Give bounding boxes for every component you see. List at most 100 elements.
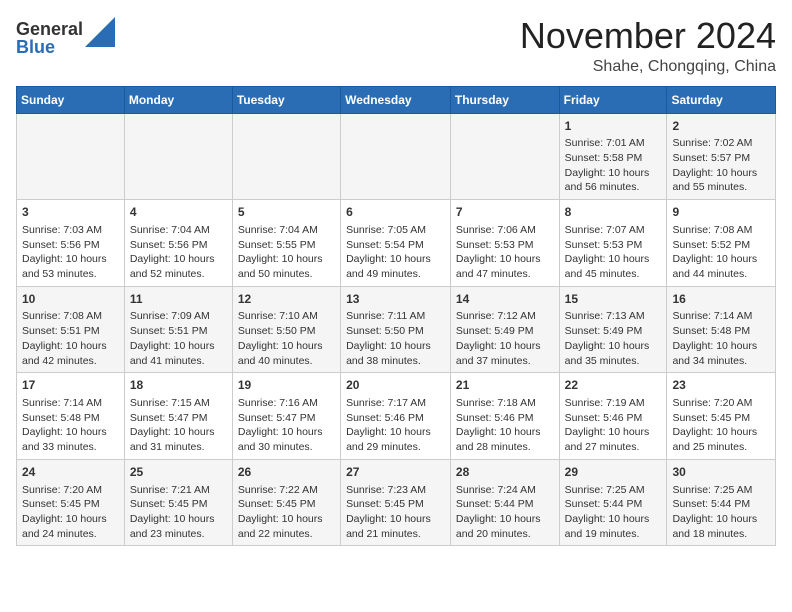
weekday-header-monday: Monday — [124, 86, 232, 113]
day-info: Sunset: 5:49 PM — [565, 324, 662, 339]
weekday-header-friday: Friday — [559, 86, 667, 113]
day-info: Sunrise: 7:14 AM — [672, 309, 770, 324]
day-info: Sunset: 5:51 PM — [130, 324, 227, 339]
day-number: 11 — [130, 291, 227, 308]
day-info: Sunset: 5:45 PM — [22, 497, 119, 512]
day-info: Sunset: 5:56 PM — [130, 238, 227, 253]
day-number: 6 — [346, 204, 445, 221]
day-info: Sunset: 5:51 PM — [22, 324, 119, 339]
day-number: 20 — [346, 377, 445, 394]
calendar-cell: 21Sunrise: 7:18 AMSunset: 5:46 PMDayligh… — [450, 373, 559, 460]
day-info: Sunrise: 7:17 AM — [346, 396, 445, 411]
day-info: Daylight: 10 hours and 45 minutes. — [565, 252, 662, 281]
day-number: 15 — [565, 291, 662, 308]
day-number: 27 — [346, 464, 445, 481]
day-info: Daylight: 10 hours and 20 minutes. — [456, 512, 554, 541]
day-info: Daylight: 10 hours and 34 minutes. — [672, 339, 770, 368]
day-info: Sunrise: 7:01 AM — [565, 136, 662, 151]
page: General Blue November 2024 Shahe, Chongq… — [0, 0, 792, 554]
logo: General Blue — [16, 20, 115, 56]
calendar-cell: 5Sunrise: 7:04 AMSunset: 5:55 PMDaylight… — [232, 200, 340, 287]
calendar-cell: 9 Sunrise: 7:08 AMSunset: 5:52 PMDaylight… — [667, 200, 776, 287]
day-info: Daylight: 10 hours and 47 minutes. — [456, 252, 554, 281]
day-info: Daylight: 10 hours and 23 minutes. — [130, 512, 227, 541]
day-info: Sunset: 5:52 PM — [672, 238, 770, 253]
logo-text: General Blue — [16, 20, 83, 56]
calendar-cell: 12Sunrise: 7:10 AMSunset: 5:50 PMDayligh… — [232, 286, 340, 373]
calendar-cell: 23Sunrise: 7:20 AMSunset: 5:45 PMDayligh… — [667, 373, 776, 460]
day-number: 16 — [672, 291, 770, 308]
day-number: 12 — [238, 291, 335, 308]
day-info: Daylight: 10 hours and 38 minutes. — [346, 339, 445, 368]
day-info: Sunset: 5:54 PM — [346, 238, 445, 253]
day-info: Daylight: 10 hours and 28 minutes. — [456, 425, 554, 454]
day-info: Sunrise: 7:15 AM — [130, 396, 227, 411]
day-info: Daylight: 10 hours and 41 minutes. — [130, 339, 227, 368]
day-info: Sunset: 5:45 PM — [672, 411, 770, 426]
day-info: Sunrise: 7:12 AM — [456, 309, 554, 324]
day-info: Daylight: 10 hours and 37 minutes. — [456, 339, 554, 368]
day-number: 23 — [672, 377, 770, 394]
day-info: Sunset: 5:50 PM — [238, 324, 335, 339]
day-info: Sunset: 5:50 PM — [346, 324, 445, 339]
calendar-cell: 25Sunrise: 7:21 AMSunset: 5:45 PMDayligh… — [124, 459, 232, 546]
calendar-cell: 30Sunrise: 7:25 AMSunset: 5:44 PMDayligh… — [667, 459, 776, 546]
subtitle: Shahe, Chongqing, China — [520, 58, 776, 76]
calendar-cell: 6Sunrise: 7:05 AMSunset: 5:54 PMDaylight… — [341, 200, 451, 287]
day-number: 26 — [238, 464, 335, 481]
day-info: Sunrise: 7:16 AM — [238, 396, 335, 411]
header: General Blue November 2024 Shahe, Chongq… — [16, 16, 776, 76]
day-info: Sunset: 5:46 PM — [346, 411, 445, 426]
day-number: 22 — [565, 377, 662, 394]
day-info: Sunrise: 7:25 AM — [565, 483, 662, 498]
weekday-header-thursday: Thursday — [450, 86, 559, 113]
calendar-cell: 16Sunrise: 7:14 AMSunset: 5:48 PMDayligh… — [667, 286, 776, 373]
calendar-cell: 11Sunrise: 7:09 AMSunset: 5:51 PMDayligh… — [124, 286, 232, 373]
month-title: November 2024 — [520, 16, 776, 56]
day-info: Sunrise: 7:08 AM — [22, 309, 119, 324]
day-info: Daylight: 10 hours and 22 minutes. — [238, 512, 335, 541]
day-number: 13 — [346, 291, 445, 308]
day-info: Daylight: 10 hours and 21 minutes. — [346, 512, 445, 541]
calendar-cell: 29Sunrise: 7:25 AMSunset: 5:44 PMDayligh… — [559, 459, 667, 546]
calendar-header: SundayMondayTuesdayWednesdayThursdayFrid… — [17, 86, 776, 113]
day-info: Sunset: 5:44 PM — [565, 497, 662, 512]
weekday-row: SundayMondayTuesdayWednesdayThursdayFrid… — [17, 86, 776, 113]
day-number: 18 — [130, 377, 227, 394]
calendar-cell: 17Sunrise: 7:14 AMSunset: 5:48 PMDayligh… — [17, 373, 125, 460]
day-info: Sunset: 5:44 PM — [672, 497, 770, 512]
weekday-header-sunday: Sunday — [17, 86, 125, 113]
day-info: Sunrise: 7:24 AM — [456, 483, 554, 498]
day-info: Daylight: 10 hours and 30 minutes. — [238, 425, 335, 454]
day-info: Daylight: 10 hours and 40 minutes. — [238, 339, 335, 368]
logo-blue: Blue — [16, 38, 83, 56]
day-info: Sunset: 5:53 PM — [565, 238, 662, 253]
day-number: 24 — [22, 464, 119, 481]
day-info: Daylight: 10 hours and 52 minutes. — [130, 252, 227, 281]
day-info: Daylight: 10 hours and 44 minutes. — [672, 252, 770, 281]
day-info: Daylight: 10 hours and 50 minutes. — [238, 252, 335, 281]
day-info: Sunrise: 7:23 AM — [346, 483, 445, 498]
calendar-cell: 19Sunrise: 7:16 AMSunset: 5:47 PMDayligh… — [232, 373, 340, 460]
day-number: 9 — [672, 204, 770, 221]
calendar-cell: 27 Sunrise: 7:23 AMSunset: 5:45 PMDayligh… — [341, 459, 451, 546]
calendar: SundayMondayTuesdayWednesdayThursdayFrid… — [16, 86, 776, 547]
calendar-cell: 28Sunrise: 7:24 AMSunset: 5:44 PMDayligh… — [450, 459, 559, 546]
day-number: 4 — [130, 204, 227, 221]
day-number: 1 — [565, 118, 662, 135]
day-info: Daylight: 10 hours and 29 minutes. — [346, 425, 445, 454]
week-row-4: 24Sunrise: 7:20 AMSunset: 5:45 PMDayligh… — [17, 459, 776, 546]
day-info: Sunrise: 7:20 AM — [22, 483, 119, 498]
day-info: Sunrise: 7:19 AM — [565, 396, 662, 411]
day-info: Daylight: 10 hours and 19 minutes. — [565, 512, 662, 541]
day-info: Sunrise: 7:09 AM — [130, 309, 227, 324]
day-info: Sunrise: 7:20 AM — [672, 396, 770, 411]
calendar-cell: 14Sunrise: 7:12 AMSunset: 5:49 PMDayligh… — [450, 286, 559, 373]
day-info: Daylight: 10 hours and 35 minutes. — [565, 339, 662, 368]
calendar-cell: 13Sunrise: 7:11 AMSunset: 5:50 PMDayligh… — [341, 286, 451, 373]
day-info: Daylight: 10 hours and 53 minutes. — [22, 252, 119, 281]
day-info: Daylight: 10 hours and 27 minutes. — [565, 425, 662, 454]
day-info: Sunrise: 7:08 AM — [672, 223, 770, 238]
day-number: 25 — [130, 464, 227, 481]
day-info: Sunset: 5:45 PM — [346, 497, 445, 512]
